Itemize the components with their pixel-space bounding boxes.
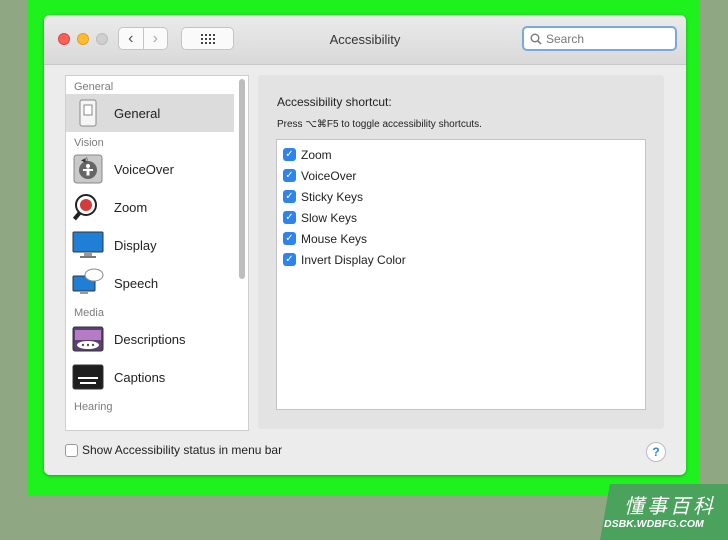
shortcut-description: Press ⌥⌘F5 to toggle accessibility short… [277,119,482,130]
sidebar-header-vision: Vision [74,137,104,149]
sidebar-item-label: Descriptions [114,331,186,347]
display-icon [72,230,104,260]
sidebar-item-label: Zoom [114,199,148,215]
search-icon [530,33,542,45]
sidebar-header-hearing: Hearing [74,401,113,413]
option-label: Sticky Keys [301,189,364,204]
sidebar-item-label: Captions [114,369,166,385]
sidebar-header-media: Media [74,307,104,319]
sidebar: General General Vision ◀) VoiceOver Zoom… [65,75,249,431]
preferences-window: ‹ › Accessibility General [44,15,686,475]
sidebar-item-display[interactable]: Display [66,226,248,264]
svg-text:◀): ◀) [81,157,88,164]
option-label: Zoom [301,147,332,162]
checkbox-checked-icon[interactable]: ✓ [283,148,296,161]
option-label: VoiceOver [301,168,357,183]
sidebar-item-label: Speech [114,275,159,291]
option-row-invert-display-color[interactable]: ✓ Invert Display Color [277,249,645,270]
shortcut-title: Accessibility shortcut: [277,95,392,109]
general-icon [72,98,104,128]
option-label: Slow Keys [301,210,358,225]
option-row-slow-keys[interactable]: ✓ Slow Keys [277,207,645,228]
shortcut-options-list: ✓ Zoom ✓ VoiceOver ✓ Sticky Keys ✓ Slow … [276,139,646,410]
help-button[interactable]: ? [646,442,666,462]
option-row-sticky-keys[interactable]: ✓ Sticky Keys [277,186,645,207]
sidebar-header-general: General [74,81,114,93]
option-row-voiceover[interactable]: ✓ VoiceOver [277,165,645,186]
voiceover-icon: ◀) [72,154,104,184]
sidebar-item-captions[interactable]: Captions [66,358,248,396]
option-row-zoom[interactable]: ✓ Zoom [277,144,645,165]
settings-pane: Accessibility shortcut: Press ⌥⌘F5 to to… [258,75,664,429]
zoom-icon [72,192,104,222]
menu-bar-status-checkbox[interactable] [65,444,78,457]
checkbox-checked-icon[interactable]: ✓ [283,253,296,266]
captions-icon [72,362,104,392]
checkbox-checked-icon[interactable]: ✓ [283,211,296,224]
watermark-logo-text: 懂事百科 [624,496,716,518]
search-field[interactable] [522,26,677,51]
title-bar: ‹ › Accessibility [44,15,686,65]
option-label: Invert Display Color [301,252,406,267]
option-row-mouse-keys[interactable]: ✓ Mouse Keys [277,228,645,249]
sidebar-item-label: General [114,105,161,121]
sidebar-item-voiceover[interactable]: ◀) VoiceOver [66,150,248,188]
speech-icon [72,268,104,298]
sidebar-item-speech[interactable]: Speech [66,264,248,302]
checkbox-checked-icon[interactable]: ✓ [283,169,296,182]
sidebar-scrollbar[interactable] [239,79,245,279]
sidebar-item-label: Display [114,237,157,253]
descriptions-icon [72,324,104,354]
sidebar-item-general[interactable]: General [66,94,234,132]
search-input[interactable] [546,31,666,46]
menu-bar-status-label[interactable]: Show Accessibility status in menu bar [82,443,282,457]
watermark-url: DSBK.WDBFG.COM [604,518,704,530]
checkbox-checked-icon[interactable]: ✓ [283,232,296,245]
sidebar-item-descriptions[interactable]: Descriptions [66,320,248,358]
option-label: Mouse Keys [301,231,368,246]
checkbox-checked-icon[interactable]: ✓ [283,190,296,203]
sidebar-item-label: VoiceOver [114,161,174,177]
sidebar-item-zoom[interactable]: Zoom [66,188,248,226]
